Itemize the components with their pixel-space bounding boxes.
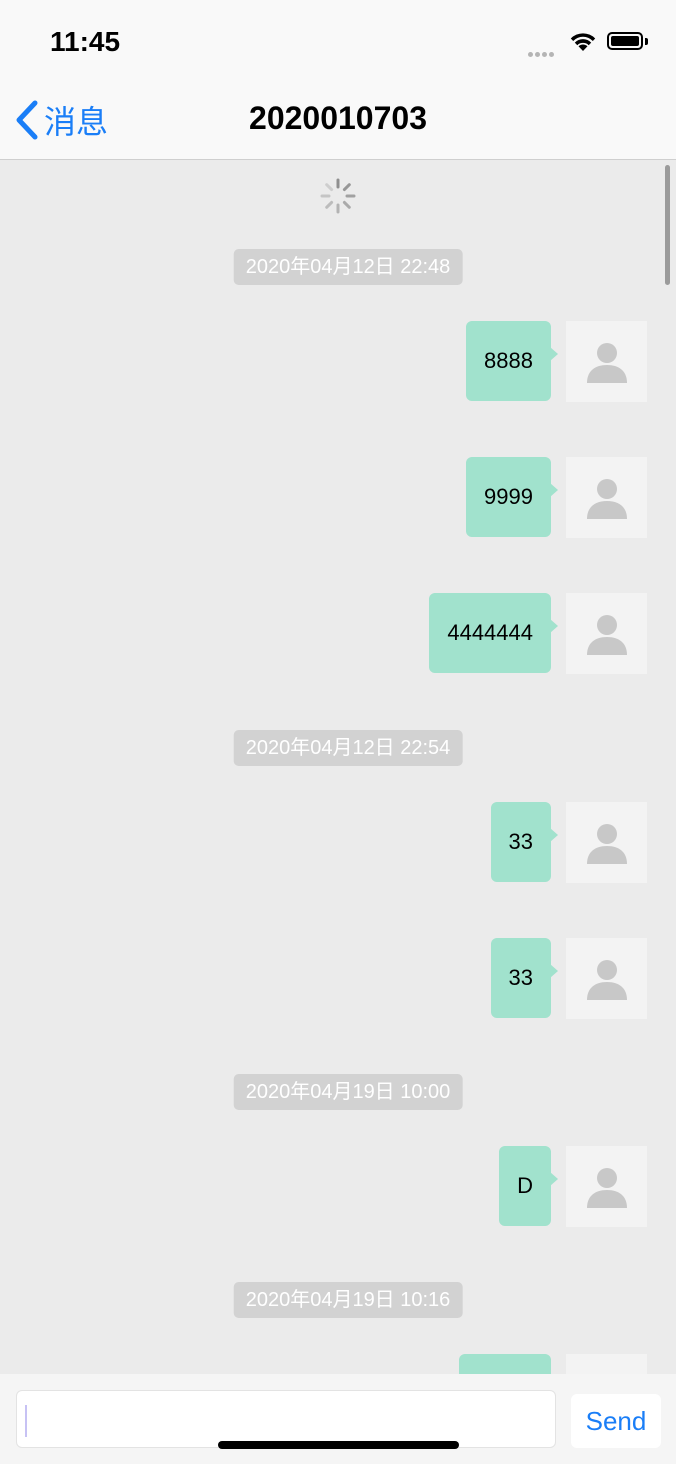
sent-message-bubble[interactable]: 4444444 <box>429 593 558 673</box>
person-placeholder-icon <box>586 1167 627 1208</box>
user-avatar[interactable] <box>566 457 647 538</box>
message-input[interactable] <box>16 1390 556 1448</box>
user-avatar[interactable] <box>566 593 647 674</box>
cellular-signal-icon <box>528 44 556 62</box>
person-placeholder-icon <box>586 614 627 655</box>
message-timestamp: 2020年04月12日 22:48 <box>233 249 463 285</box>
navigation-bar: 2020010703 消息 <box>0 80 676 160</box>
message-timestamp: 2020年04月12日 22:54 <box>233 730 463 766</box>
user-avatar[interactable] <box>566 802 647 883</box>
sent-message-bubble[interactable]: D <box>499 1146 558 1226</box>
user-avatar[interactable] <box>566 321 647 402</box>
status-bar: 11:45 <box>0 0 676 80</box>
user-avatar[interactable] <box>566 1146 647 1227</box>
message-timestamp: 2020年04月19日 10:00 <box>233 1074 463 1110</box>
sent-message-bubble[interactable]: 8888 <box>466 321 558 401</box>
person-placeholder-icon <box>586 342 627 383</box>
user-avatar[interactable] <box>566 1354 647 1374</box>
back-button[interactable]: 消息 <box>14 98 108 142</box>
person-placeholder-icon <box>586 959 627 1000</box>
text-caret <box>25 1405 27 1437</box>
send-button[interactable]: Send <box>571 1394 661 1448</box>
wifi-icon <box>568 30 598 57</box>
back-label: 消息 <box>44 104 109 140</box>
loading-spinner-icon <box>318 176 358 221</box>
sent-message-bubble[interactable]: 33 <box>490 938 559 1018</box>
sent-message-bubble[interactable]: 9999 <box>466 457 558 537</box>
user-avatar[interactable] <box>566 938 647 1019</box>
status-time: 11:45 <box>50 26 121 57</box>
sent-message-bubble[interactable]: 33 <box>490 802 559 882</box>
battery-cap <box>645 38 648 45</box>
battery-icon <box>607 32 643 50</box>
chevron-left-icon <box>16 100 38 140</box>
message-input-bar: Send <box>0 1374 676 1464</box>
message-timestamp: 2020年04月19日 10:16 <box>233 1282 463 1318</box>
sent-message-bubble[interactable] <box>459 1354 551 1374</box>
person-placeholder-icon <box>586 478 627 519</box>
person-placeholder-icon <box>586 823 627 864</box>
scrollbar[interactable] <box>665 165 670 285</box>
chat-message-list[interactable]: 2020年04月12日 22:48 8888 9999 4444444 2020… <box>0 160 676 1374</box>
home-indicator[interactable] <box>218 1441 459 1449</box>
